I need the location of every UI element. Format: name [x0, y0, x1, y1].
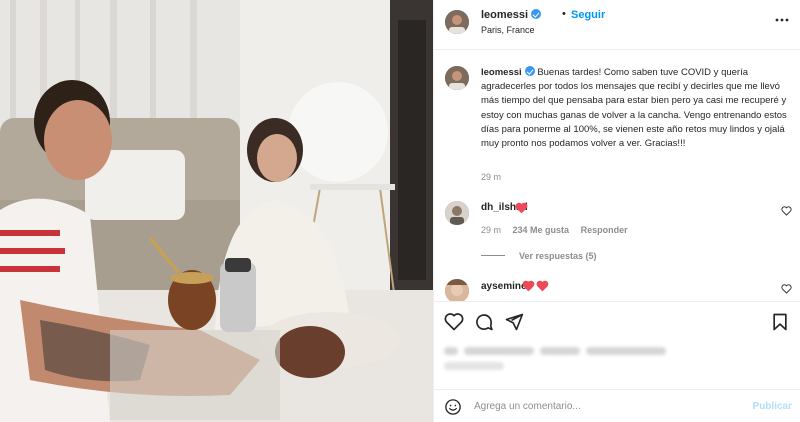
smiley-icon[interactable]: [444, 398, 462, 416]
replies-divider: [481, 255, 505, 256]
reply-button[interactable]: Responder: [581, 225, 628, 235]
post-sidebar: leomessi • Seguir Paris, France leomessi…: [433, 0, 800, 422]
author-avatar[interactable]: [445, 10, 469, 34]
blur-segment: [586, 347, 666, 355]
header-separator: •: [562, 8, 566, 20]
view-replies-button[interactable]: Ver respuestas (5): [481, 251, 597, 261]
caption-username[interactable]: leomessi: [481, 67, 522, 78]
red-heart-emoji-icon: [515, 202, 528, 214]
comment-meta: 29 m 234 Me gusta Responder: [481, 225, 637, 235]
profile-avatar-icon: [445, 10, 469, 34]
profile-avatar-icon: [445, 201, 469, 225]
heart-icon[interactable]: [444, 312, 464, 332]
blur-segment: [464, 347, 534, 355]
comment-icon[interactable]: [474, 312, 494, 332]
verified-badge-icon: [531, 9, 542, 19]
comment-like-icon[interactable]: [781, 206, 792, 216]
comment-timestamp: 29 m: [481, 225, 502, 235]
post-header: leomessi • Seguir Paris, France: [434, 0, 800, 50]
blur-segment: [540, 347, 580, 355]
caption-avatar[interactable]: [445, 66, 469, 90]
author-username[interactable]: leomessi: [481, 9, 542, 21]
comment-like-icon[interactable]: [781, 284, 792, 294]
follow-button[interactable]: Seguir: [571, 9, 605, 21]
view-replies-label[interactable]: Ver respuestas (5): [519, 251, 597, 261]
comment-likes[interactable]: 234 Me gusta: [513, 225, 570, 235]
two-hearts-emoji-icon: [522, 280, 549, 292]
comment-avatar[interactable]: [445, 201, 469, 225]
photo-illustration: [0, 0, 433, 422]
blur-segment: [444, 347, 458, 355]
post-time-blurred: [444, 362, 504, 370]
more-options-icon[interactable]: [773, 11, 791, 29]
caption-text: leomessi Buenas tardes! Como saben tuve …: [481, 66, 793, 151]
comment-input[interactable]: [474, 397, 734, 415]
profile-avatar-icon: [445, 279, 469, 301]
bookmark-icon[interactable]: [770, 312, 790, 332]
author-username-text[interactable]: leomessi: [481, 9, 528, 21]
post-location[interactable]: Paris, France: [481, 25, 535, 35]
publish-button[interactable]: Publicar: [753, 401, 792, 412]
instagram-post: leomessi • Seguir Paris, France leomessi…: [0, 0, 800, 422]
caption-body: Buenas tardes! Como saben tuve COVID y q…: [481, 67, 787, 150]
profile-avatar-icon: [445, 66, 469, 90]
comment-avatar[interactable]: [445, 279, 469, 301]
caption-timestamp: 29 m: [481, 172, 502, 182]
verified-badge-icon: [524, 66, 535, 76]
comments-section[interactable]: leomessi Buenas tardes! Como saben tuve …: [434, 51, 800, 301]
post-photo[interactable]: [0, 0, 433, 422]
share-icon[interactable]: [504, 312, 524, 332]
add-comment-bar: Publicar: [434, 389, 800, 422]
liked-by-text-blurred: [444, 342, 684, 356]
post-actions: [434, 301, 800, 341]
